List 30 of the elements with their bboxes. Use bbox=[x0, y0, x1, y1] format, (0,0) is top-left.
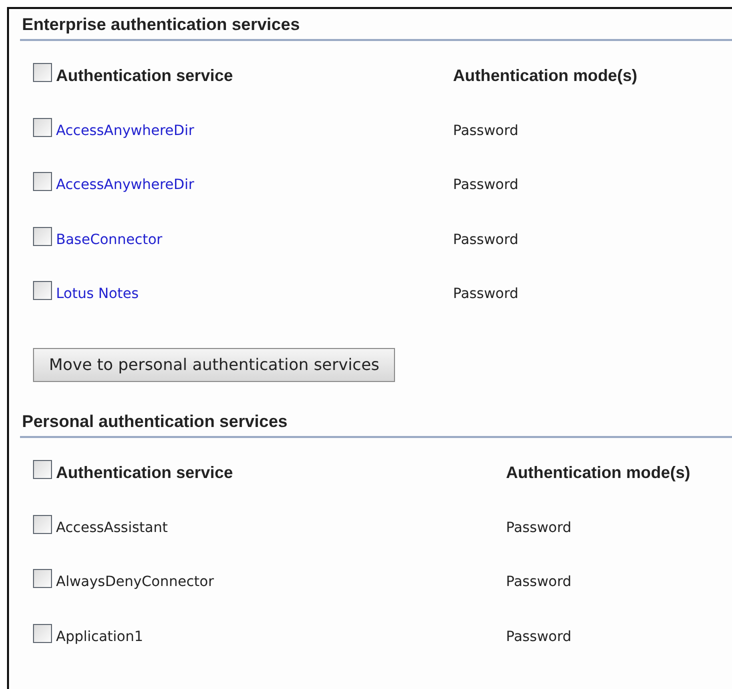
service-name: AccessAssistant bbox=[56, 518, 168, 538]
checkbox[interactable] bbox=[33, 514, 52, 534]
mode-cell-text: Password bbox=[506, 518, 572, 538]
checkbox[interactable] bbox=[33, 226, 52, 246]
section-title: Personal authentication services bbox=[20, 412, 732, 438]
mode-cell-text: Password bbox=[453, 122, 518, 141]
service-link[interactable]: Lotus Notes bbox=[56, 284, 139, 306]
column-header: Authentication service bbox=[56, 463, 233, 484]
mode-cell-text: Password bbox=[506, 628, 572, 647]
checkbox[interactable] bbox=[33, 460, 52, 480]
column-header: Authentication mode(s) bbox=[506, 463, 690, 484]
service-name: Application1 bbox=[56, 628, 144, 647]
checkbox[interactable] bbox=[33, 569, 52, 588]
checkbox[interactable] bbox=[33, 281, 52, 300]
checkbox[interactable] bbox=[33, 63, 52, 82]
mode-cell-text: Password bbox=[453, 176, 518, 196]
service-link[interactable]: AccessAnywhereDir bbox=[56, 120, 194, 142]
checkbox[interactable] bbox=[33, 172, 52, 192]
section-title: Enterprise authentication services bbox=[20, 15, 732, 42]
mode-cell-text: Password bbox=[453, 285, 518, 304]
service-link[interactable]: AccessAnywhereDir bbox=[56, 175, 194, 196]
column-header: Authentication service bbox=[56, 66, 233, 88]
service-name: AlwaysDenyConnector bbox=[56, 573, 214, 592]
mode-cell-text: Password bbox=[453, 230, 518, 250]
column-header: Authentication mode(s) bbox=[453, 66, 638, 88]
service-link[interactable]: BaseConnector bbox=[56, 230, 162, 251]
move-button[interactable]: Move to personal authentication services bbox=[33, 348, 396, 382]
checkbox[interactable] bbox=[33, 118, 52, 137]
checkbox[interactable] bbox=[33, 624, 52, 643]
mode-cell-text: Password bbox=[506, 573, 572, 592]
